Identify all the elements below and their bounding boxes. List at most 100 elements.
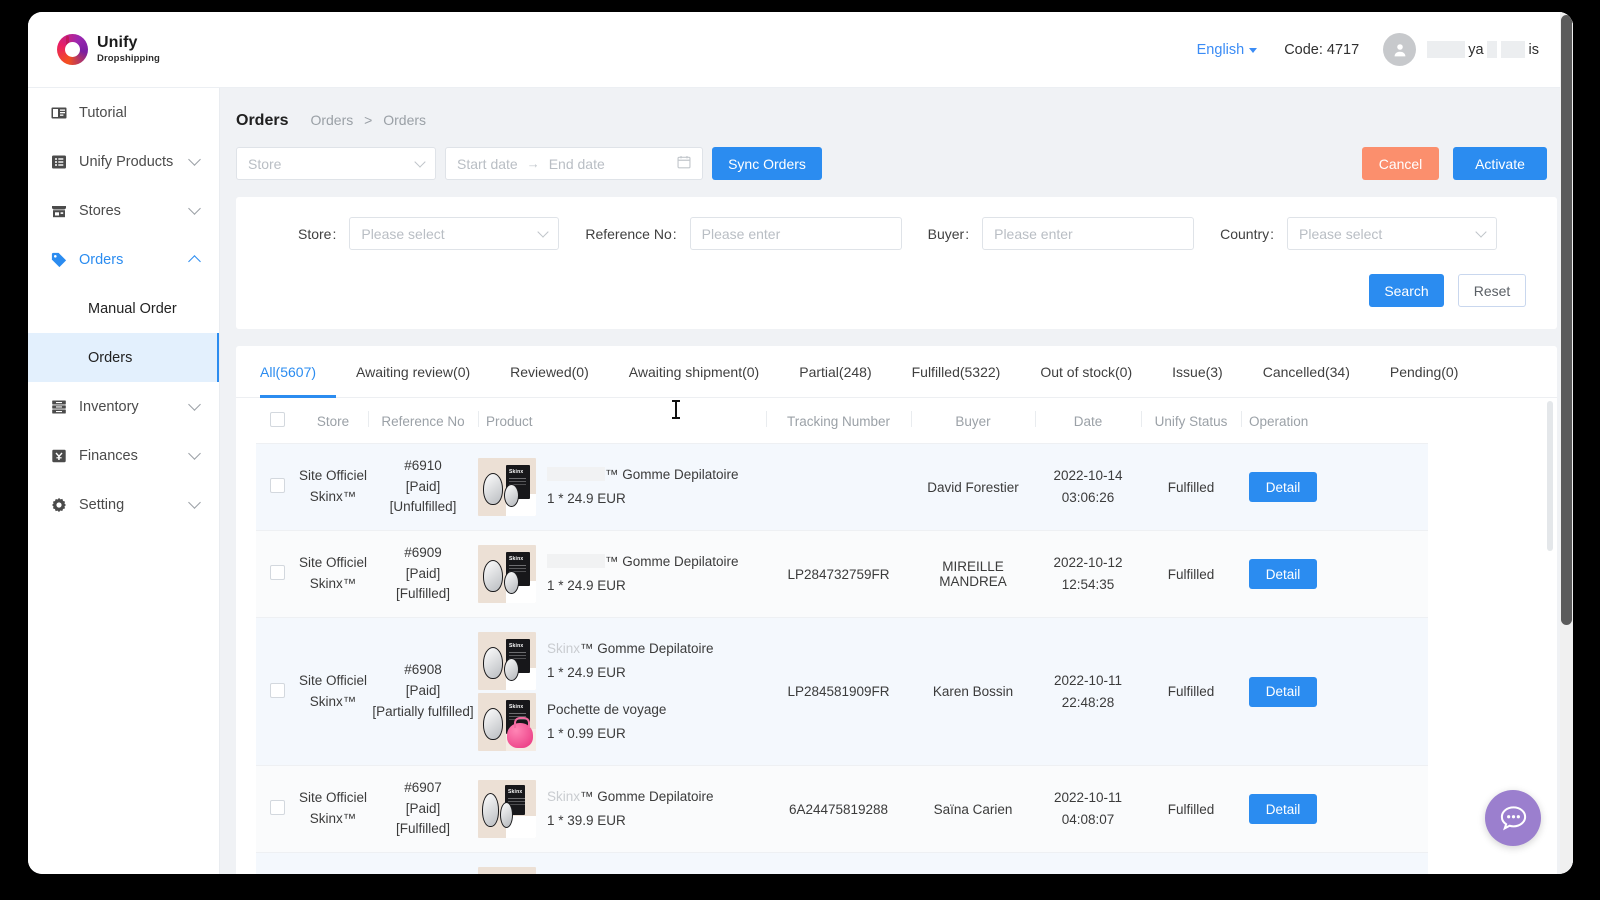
- sidebar-item-tutorial[interactable]: Tutorial: [28, 88, 219, 137]
- toolbar: Store Start date → End date Sync Orders …: [220, 130, 1573, 180]
- detail-button[interactable]: Detail: [1249, 676, 1317, 707]
- product-line: Skinx Pochette de voyage 1 * 0.99 EUR: [478, 693, 766, 751]
- page-scrollbar[interactable]: [1560, 12, 1573, 874]
- tab-reviewed[interactable]: Reviewed(0): [490, 346, 609, 398]
- product-thumbnail: Skinx: [478, 632, 536, 690]
- cell-store: Site Officiel Skinx™: [298, 765, 368, 853]
- language-label: English: [1196, 41, 1245, 58]
- tab-cancelled[interactable]: Cancelled(34): [1243, 346, 1370, 398]
- sidebar-item-label: Unify Products: [79, 153, 174, 170]
- cell-store: Site Officiel Skinx™: [298, 617, 368, 766]
- date-range-picker[interactable]: Start date → End date: [445, 147, 703, 180]
- cell-unify-status: Fulfilled: [1141, 617, 1241, 766]
- sidebar-item-orders[interactable]: Orders: [28, 235, 219, 284]
- avatar[interactable]: [1383, 33, 1417, 66]
- column-date: Date: [1035, 398, 1141, 444]
- tab-awaiting-shipment[interactable]: Awaiting shipment(0): [609, 346, 779, 398]
- cancel-button[interactable]: Cancel: [1362, 147, 1439, 180]
- table-row[interactable]: Site #6906 Skinx: [256, 852, 1428, 874]
- select-all-checkbox[interactable]: [269, 412, 285, 427]
- filter-buyer-input[interactable]: Please enter: [982, 217, 1195, 250]
- detail-button[interactable]: Detail: [1249, 794, 1317, 824]
- filter-country-select[interactable]: Please select: [1287, 217, 1498, 250]
- detail-button[interactable]: Detail: [1249, 559, 1317, 589]
- table-row[interactable]: Site Officiel Skinx™ #6907 [Paid] [Fulfi…: [256, 765, 1428, 853]
- row-checkbox[interactable]: [269, 800, 285, 815]
- table-row[interactable]: Site Officiel Skinx™ #6910 [Paid] [Unful…: [256, 443, 1428, 531]
- cell-date: 2022-10-12 12:54:35: [1035, 530, 1141, 618]
- activate-button[interactable]: Activate: [1453, 147, 1547, 180]
- sidebar-item-stores[interactable]: Stores: [28, 186, 219, 235]
- cell-buyer: Karen Bossin: [911, 617, 1035, 766]
- tab-all[interactable]: All(5607): [260, 346, 337, 398]
- row-checkbox[interactable]: [269, 682, 285, 698]
- sidebar-item-finances[interactable]: Finances: [28, 431, 219, 480]
- chevron-down-icon: [188, 496, 201, 509]
- product-name: Pochette de voyage: [547, 702, 667, 718]
- product-line: Skinx ™ Gomme Depilatoire 1 * 24.9 EUR: [478, 545, 766, 603]
- product-qty-price: 1 * 24.9 EUR: [547, 490, 626, 506]
- tab-partial[interactable]: Partial(248): [779, 346, 891, 398]
- account-code: Code: 4717: [1284, 41, 1360, 58]
- row-select-cell: [256, 617, 298, 766]
- sidebar-subitem-manual-order[interactable]: Manual Order: [28, 284, 219, 333]
- sidebar-subitem-orders[interactable]: Orders: [28, 333, 219, 382]
- column-store: Store: [298, 398, 368, 444]
- row-select-cell: [256, 765, 298, 853]
- product-qty-price: 1 * 39.9 EUR: [547, 812, 626, 828]
- cell-tracking: [766, 852, 911, 874]
- tab-fulfilled[interactable]: Fulfilled(5322): [892, 346, 1021, 398]
- username[interactable]: ya is: [1427, 41, 1539, 58]
- sync-orders-button[interactable]: Sync Orders: [712, 147, 822, 180]
- filter-buyer-placeholder: Please enter: [994, 225, 1073, 242]
- page-scrollbar-thumb[interactable]: [1561, 15, 1572, 625]
- search-button[interactable]: Search: [1369, 274, 1444, 307]
- sidebar: Tutorial Unify Products Stores Orders Ma…: [28, 88, 220, 874]
- filter-reference-input[interactable]: Please enter: [689, 217, 902, 250]
- table-scrollbar[interactable]: [1547, 401, 1553, 861]
- store-select[interactable]: Store: [236, 147, 436, 180]
- order-date: 2022-10-11: [1053, 672, 1123, 688]
- brand-logo[interactable]: Unify Dropshipping: [57, 34, 160, 65]
- product-qty-price: 1 * 0.99 EUR: [547, 725, 626, 741]
- language-selector[interactable]: English: [1197, 42, 1258, 58]
- table-scrollbar-thumb[interactable]: [1547, 401, 1553, 551]
- tab-out-of-stock[interactable]: Out of stock(0): [1020, 346, 1152, 398]
- cell-store: Site: [298, 852, 368, 874]
- payment-status: [Paid]: [405, 478, 441, 494]
- tab-pending[interactable]: Pending(0): [1370, 346, 1479, 398]
- chat-widget-button[interactable]: [1485, 790, 1541, 846]
- cell-buyer: [911, 852, 1035, 874]
- chevron-down-icon: [1249, 48, 1258, 53]
- order-date: 2022-10-14: [1053, 468, 1123, 484]
- tab-awaiting-review[interactable]: Awaiting review(0): [336, 346, 490, 398]
- row-checkbox[interactable]: [269, 478, 285, 493]
- row-select-cell: [256, 443, 298, 531]
- inventory-icon: [50, 398, 67, 415]
- cell-buyer: David Forestier: [911, 443, 1035, 531]
- filter-store-select[interactable]: Please select: [349, 217, 560, 250]
- detail-button[interactable]: Detail: [1249, 472, 1317, 502]
- order-time: 12:54:35: [1061, 577, 1115, 592]
- tab-issue[interactable]: Issue(3): [1152, 346, 1243, 398]
- table-row[interactable]: Site Officiel Skinx™ #6909 [Paid] [Fulfi…: [256, 530, 1428, 618]
- table-row[interactable]: Site Officiel Skinx™ #6908 [Paid] [Parti…: [256, 617, 1428, 766]
- cell-tracking: LP284732759FR: [766, 530, 911, 618]
- order-time: 04:08:07: [1061, 812, 1115, 827]
- sidebar-subitem-label: Manual Order: [88, 300, 177, 317]
- sidebar-item-label: Tutorial: [79, 104, 127, 121]
- sidebar-item-setting[interactable]: Setting: [28, 480, 219, 529]
- filter-reference-label: Reference No: [585, 225, 672, 242]
- reset-button[interactable]: Reset: [1458, 274, 1526, 307]
- sidebar-item-inventory[interactable]: Inventory: [28, 382, 219, 431]
- product-line: Skinx ™ Gomme Depilatoire 1 * 24.9 EUR: [478, 458, 766, 516]
- chevron-up-icon: [188, 254, 201, 268]
- column-operation: Operation: [1241, 398, 1428, 444]
- row-checkbox[interactable]: [269, 565, 285, 580]
- breadcrumb-parent[interactable]: Orders: [310, 112, 353, 128]
- cell-reference: #6909 [Paid] [Fulfilled]: [368, 530, 478, 618]
- sidebar-item-unify-products[interactable]: Unify Products: [28, 137, 219, 186]
- order-date: 2022-10-12: [1053, 555, 1123, 571]
- column-reference-no: Reference No: [368, 398, 478, 444]
- cell-operation: Detail: [1241, 443, 1428, 531]
